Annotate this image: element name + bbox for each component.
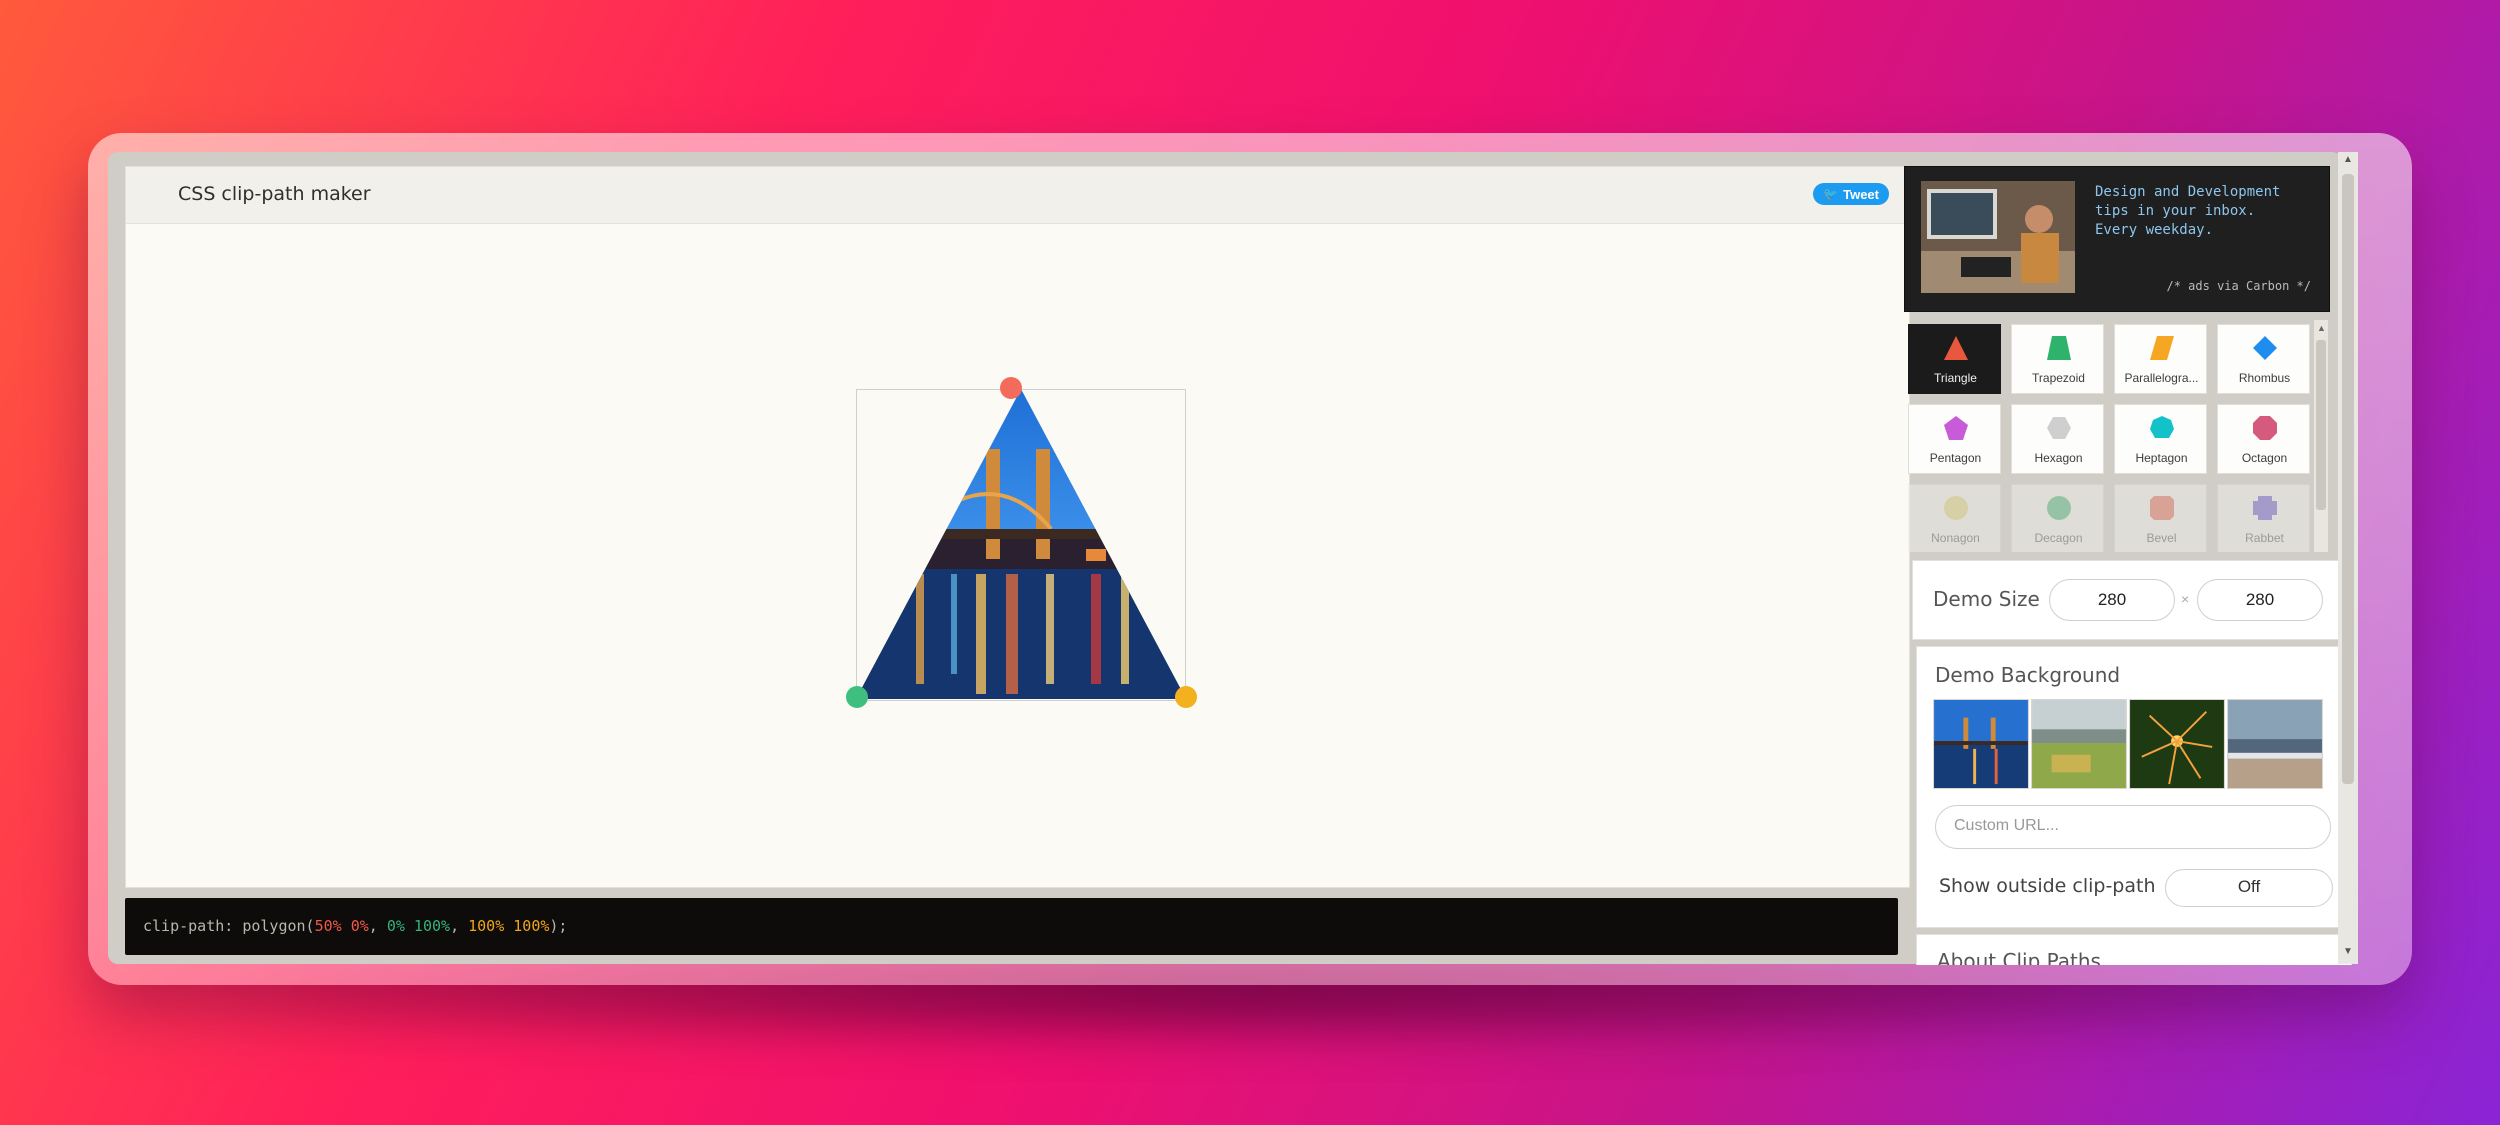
top-bar: CSS clip-path maker 🐦 Tweet: [126, 167, 1909, 224]
editor-panel: CSS clip-path maker 🐦 Tweet: [125, 166, 1910, 888]
ad-via: /* ads via Carbon */: [2166, 279, 2312, 293]
about-title: About Clip Paths: [1937, 949, 2101, 965]
handle-bottom-right[interactable]: [1175, 686, 1197, 708]
ad-image: [1921, 181, 2075, 293]
shape-rhombus[interactable]: Rhombus: [2217, 324, 2310, 394]
bevel-icon: [2150, 496, 2174, 520]
nonagon-icon: [1944, 496, 1968, 520]
demo-background-card: Demo Background Custom URL... Show outsi…: [1916, 646, 2352, 928]
handle-bottom-left[interactable]: [846, 686, 868, 708]
handle-top[interactable]: [1000, 377, 1022, 399]
demo-background-label: Demo Background: [1935, 663, 2121, 687]
code-output[interactable]: clip-path: polygon(50% 0%, 0% 100%, 100%…: [125, 898, 1898, 955]
triangle-icon: [1944, 336, 1968, 360]
code-point-1: 50% 0%: [314, 917, 369, 935]
code-point-3: 100% 100%: [468, 917, 550, 935]
shape-heptagon[interactable]: Heptagon: [2114, 404, 2207, 474]
rabbet-icon: [2253, 496, 2277, 520]
shape-picker-scrollbar[interactable]: ▲: [2314, 320, 2328, 552]
shape-trapezoid[interactable]: Trapezoid: [2011, 324, 2104, 394]
tweet-label: Tweet: [1843, 186, 1879, 202]
trapezoid-icon: [2047, 336, 2071, 360]
code-sep-2: ,: [450, 917, 469, 935]
app-title: CSS clip-path maker: [178, 183, 371, 205]
page-scrollbar[interactable]: ▲ ▼: [2338, 152, 2358, 964]
code-sep-1: ,: [368, 917, 387, 935]
shape-rabbet[interactable]: Rabbet: [2217, 484, 2310, 552]
shape-picker: Triangle Trapezoid Parallelogra... Rhomb…: [1904, 320, 2320, 552]
shape-label: Rabbet: [2245, 531, 2284, 545]
bg-option-sparkler[interactable]: [2129, 699, 2225, 789]
shape-bevel[interactable]: Bevel: [2114, 484, 2207, 552]
shape-label: Octagon: [2241, 451, 2288, 465]
bg-option-bridge[interactable]: [1933, 699, 2029, 789]
scroll-up-icon[interactable]: ▲: [2317, 323, 2326, 333]
shape-label: Trapezoid: [2032, 371, 2085, 385]
scroll-up-icon[interactable]: ▲: [2343, 154, 2353, 165]
code-func-close: );: [549, 917, 568, 935]
code-line: clip-path: polygon(50% 0%, 0% 100%, 100%…: [143, 917, 567, 935]
heptagon-icon: [2150, 416, 2174, 438]
show-outside-label: Show outside clip-path: [1939, 875, 2156, 897]
shape-label: Nonagon: [1931, 531, 1980, 545]
carbon-ad[interactable]: Design and Development tips in your inbo…: [1904, 166, 2330, 312]
demo-width-input[interactable]: 280: [2049, 579, 2175, 621]
bg-option-beach[interactable]: [2227, 699, 2323, 789]
demo-size-label: Demo Size: [1933, 587, 2040, 611]
shape-label: Decagon: [2034, 531, 2083, 545]
code-func-open: polygon(: [242, 917, 315, 935]
pentagon-icon: [1944, 416, 1968, 440]
octagon-icon: [2253, 416, 2277, 440]
shape-pentagon[interactable]: Pentagon: [1908, 404, 2001, 474]
clipped-demo-image: [856, 389, 1186, 699]
about-card: About Clip Paths: [1916, 934, 2352, 965]
decagon-icon: [2047, 496, 2071, 520]
shape-decagon[interactable]: Decagon: [2011, 484, 2104, 552]
twitter-bird-icon: 🐦: [1823, 187, 1839, 201]
ad-text: Design and Development tips in your inbo…: [2095, 184, 2281, 238]
scrollbar-thumb[interactable]: [2316, 340, 2326, 510]
demo-height-input[interactable]: 280: [2197, 579, 2323, 621]
shape-hexagon[interactable]: Hexagon: [2011, 404, 2104, 474]
shape-label: Rhombus: [2238, 371, 2291, 385]
shape-label: Hexagon: [2034, 451, 2083, 465]
page-scrollbar-thumb[interactable]: [2342, 174, 2354, 784]
custom-url-input[interactable]: Custom URL...: [1935, 805, 2331, 849]
shape-label: Parallelogra...: [2124, 371, 2199, 385]
shape-octagon[interactable]: Octagon: [2217, 404, 2310, 474]
code-property: clip-path:: [143, 917, 234, 935]
shape-label: Bevel: [2146, 531, 2177, 545]
shape-label: Heptagon: [2135, 451, 2188, 465]
times-sign: ×: [2181, 591, 2190, 607]
shape-label: Triangle: [1934, 371, 1977, 385]
parallelogram-icon: [2150, 336, 2174, 360]
show-outside-toggle[interactable]: Off: [2165, 869, 2333, 907]
rhombus-icon: [2253, 336, 2277, 360]
scroll-down-icon[interactable]: ▼: [2343, 946, 2353, 957]
hexagon-icon: [2047, 417, 2071, 439]
shape-nonagon[interactable]: Nonagon: [1908, 484, 2001, 552]
tweet-button[interactable]: 🐦 Tweet: [1813, 183, 1889, 205]
code-point-2: 0% 100%: [386, 917, 451, 935]
shape-parallelogram[interactable]: Parallelogra...: [2114, 324, 2207, 394]
bg-option-countryside[interactable]: [2031, 699, 2127, 789]
shape-label: Pentagon: [1929, 451, 1982, 465]
shape-triangle[interactable]: Triangle: [1908, 324, 2001, 394]
demo-size-card: Demo Size 280 × 280: [1912, 560, 2342, 640]
